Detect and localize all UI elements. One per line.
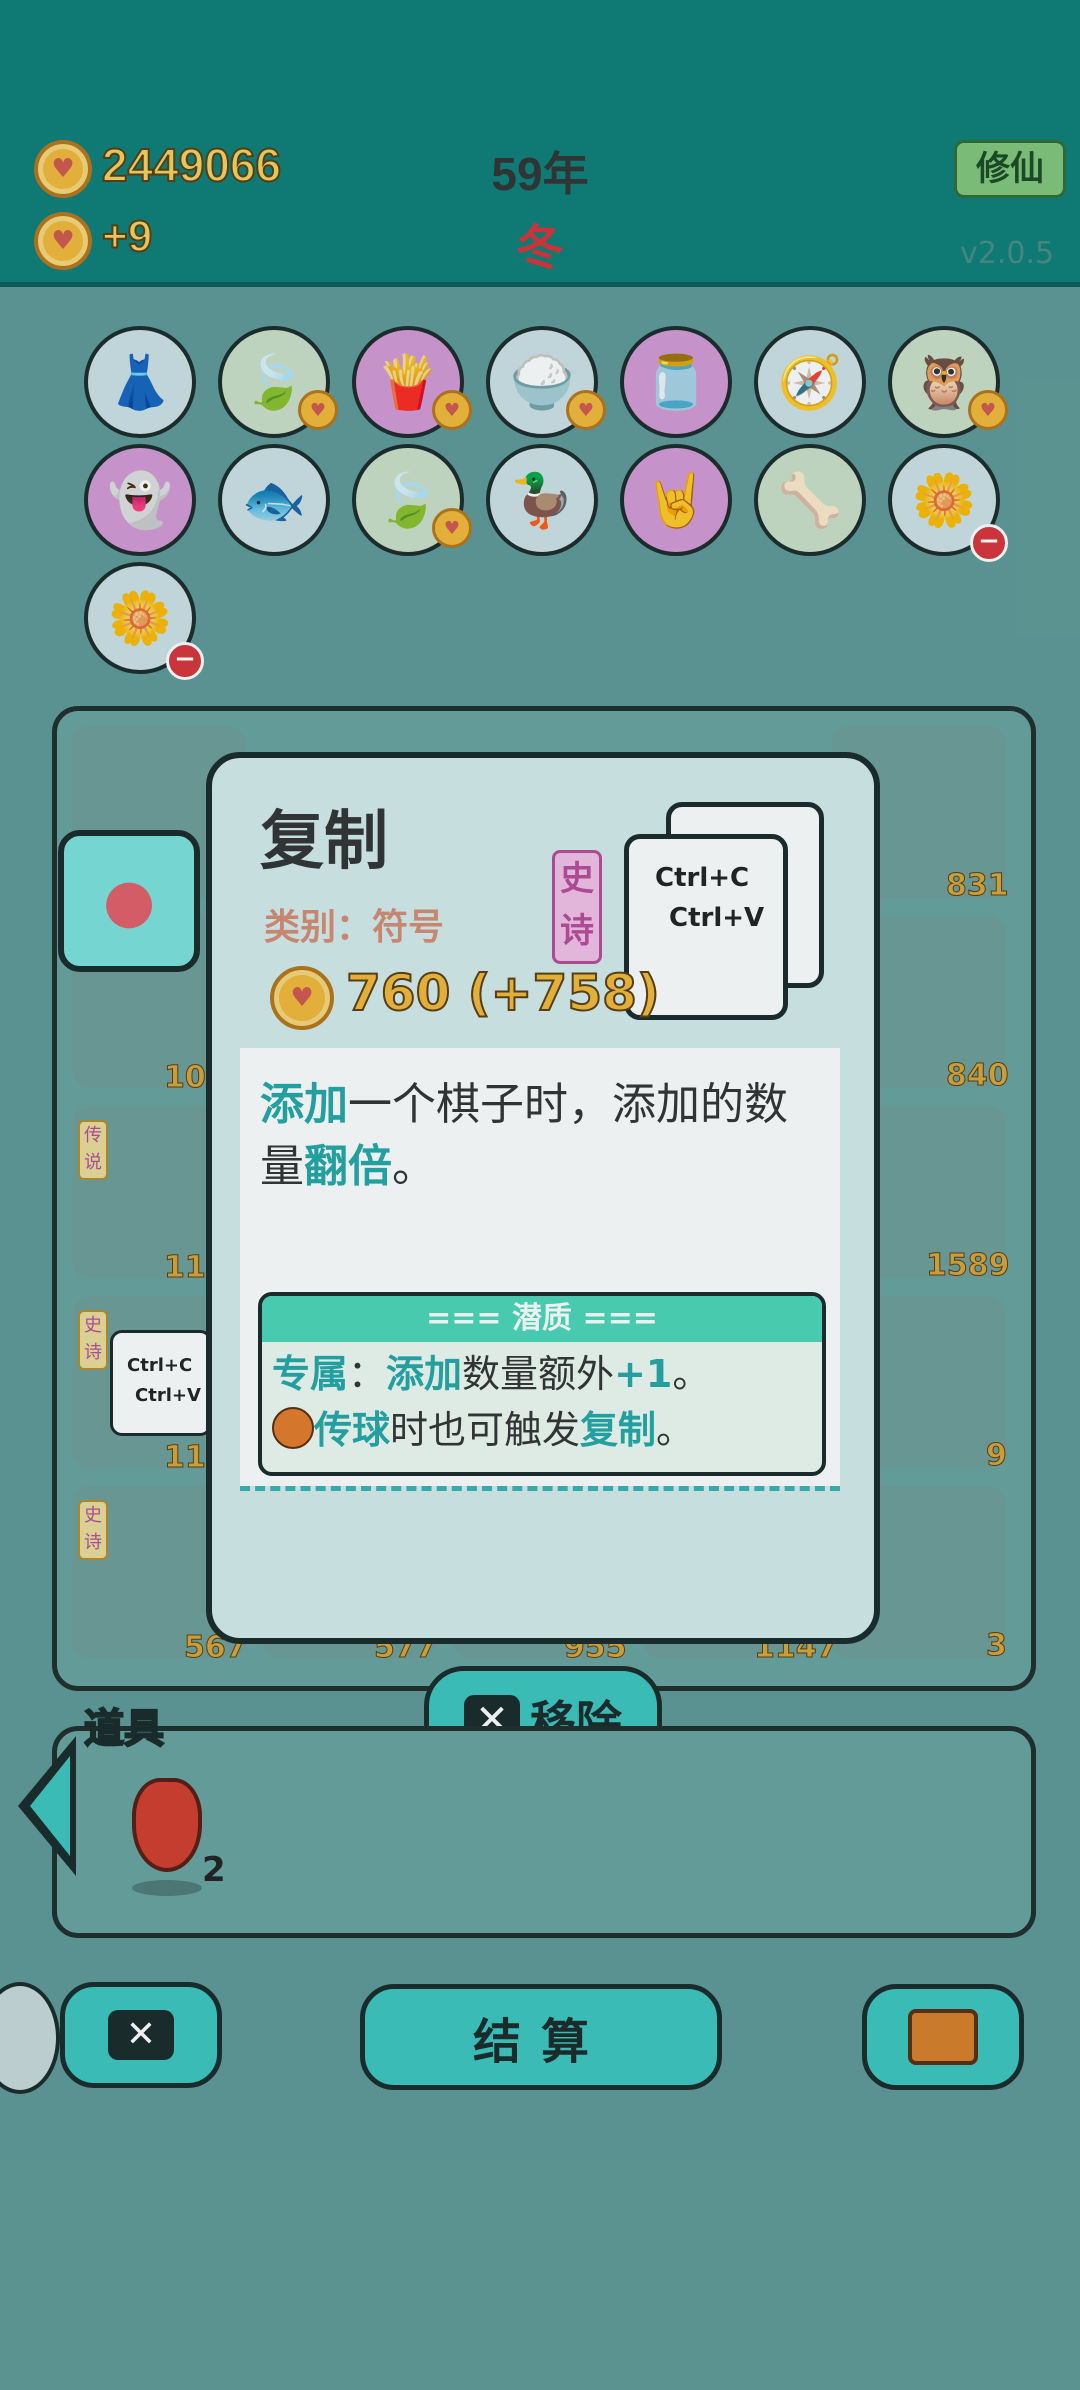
slot-count: 11 <box>164 1440 207 1476</box>
bag-button[interactable] <box>862 1984 1024 2090</box>
card-ctrl-c: Ctrl+C <box>655 863 750 893</box>
rarity-tag: 史诗 <box>78 1310 108 1370</box>
divider <box>240 1486 840 1491</box>
remove-icon[interactable]: − <box>166 642 204 680</box>
compass-icon[interactable]: 🧭 <box>754 326 866 438</box>
liver-icon[interactable]: ● <box>58 830 200 972</box>
pepper-count: 2 <box>202 1850 226 1890</box>
year-label: 59年 <box>491 148 589 200</box>
briefcase-icon <box>908 2009 978 2065</box>
heart-coin-icon: ♥ <box>34 212 92 270</box>
jar-icon[interactable]: 🫙 <box>620 326 732 438</box>
potential-panel: === 潜质 === 专属：添加数量额外+1。 传球时也可触发复制。 <box>258 1292 826 1476</box>
heart-badge-icon: ♥ <box>968 390 1008 430</box>
dialog-title: 复制 <box>260 805 388 879</box>
heart-badge-icon: ♥ <box>432 508 472 548</box>
skirt-icon[interactable]: 👗 <box>84 326 196 438</box>
basketball-icon <box>272 1407 314 1449</box>
mini-ctrl-c: Ctrl+C <box>127 1355 193 1376</box>
cultivate-button[interactable]: 修仙 <box>954 140 1066 198</box>
slot-count: 840 <box>946 1058 1010 1094</box>
season-label: 冬 <box>515 220 564 276</box>
slot-count: 10 <box>164 1060 207 1096</box>
slot-count: 9 <box>986 1438 1008 1474</box>
mini-ctrl-v: Ctrl+V <box>135 1385 201 1406</box>
heart-badge-icon: ♥ <box>298 390 338 430</box>
props-label: 道具 <box>83 1705 165 1753</box>
left-arrow-fill <box>30 1756 70 1856</box>
rarity-tag: 史诗 <box>78 1500 108 1560</box>
discard-button[interactable]: ✕ <box>60 1982 222 2088</box>
rock-hand-icon[interactable]: 🤘 <box>620 444 732 556</box>
heart-coin-icon: ♥ <box>34 140 92 198</box>
fishbowl-icon[interactable]: 🐟 <box>218 444 330 556</box>
remove-icon[interactable]: − <box>970 524 1008 562</box>
avatar[interactable] <box>0 1982 60 2094</box>
potential-title: === 潜质 === <box>262 1296 822 1342</box>
card-ctrl-v: Ctrl+V <box>669 903 765 933</box>
slot-count: 3 <box>986 1628 1008 1664</box>
description-text: 添加一个棋子时，添加的数量翻倍。 <box>260 1079 788 1192</box>
slot-count: 1589 <box>926 1248 1010 1284</box>
prop-shadow <box>132 1880 202 1896</box>
item-price: 760 (+758) <box>345 963 661 1023</box>
ghost-icon[interactable]: 👻 <box>84 444 196 556</box>
heart-coin-icon: ♥ <box>270 966 334 1030</box>
coin-balance: 2449066 <box>101 138 282 192</box>
duck-pot-icon[interactable]: 🦆 <box>486 444 598 556</box>
slot-count: 831 <box>946 868 1010 904</box>
slot-count: 11 <box>164 1250 207 1286</box>
dialog-category: 类别：符号 <box>264 907 445 948</box>
rarity-tag: 传说 <box>78 1120 108 1180</box>
settle-button[interactable]: 结算 <box>360 1984 722 2090</box>
dog-bowl-icon[interactable]: 🦴 <box>754 444 866 556</box>
rarity-badge: 史诗 <box>552 850 602 964</box>
coin-income: +9 <box>101 211 153 262</box>
pepper-icon[interactable] <box>132 1778 202 1872</box>
version-label: v2.0.5 <box>960 236 1055 271</box>
close-icon: ✕ <box>108 2010 174 2060</box>
mini-copy-card: Ctrl+C Ctrl+V <box>110 1330 212 1436</box>
potential-text: 专属：添加数量额外+1。 传球时也可触发复制。 <box>272 1352 711 1452</box>
heart-badge-icon: ♥ <box>432 390 472 430</box>
settle-label: 结算 <box>472 2014 609 2070</box>
heart-badge-icon: ♥ <box>566 390 606 430</box>
